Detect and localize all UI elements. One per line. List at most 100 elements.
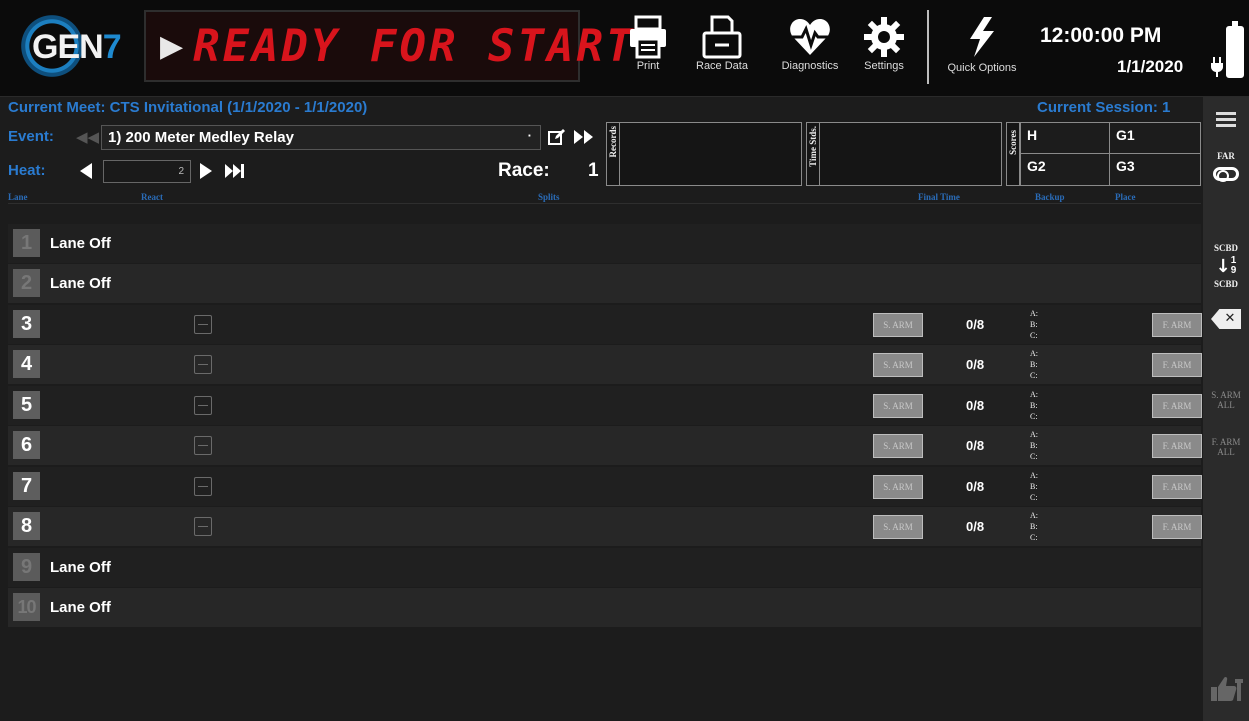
edit-event-icon[interactable] (548, 128, 566, 150)
clear-button[interactable]: ✕ (1203, 309, 1249, 329)
next-heat-icon[interactable] (198, 161, 214, 185)
lane-number: 2 (13, 269, 40, 297)
lane-number: 9 (13, 553, 40, 581)
start-arm-button[interactable]: S. ARM (873, 475, 923, 499)
backup-abc: A: B: C: (1030, 471, 1038, 502)
react-toggle-icon[interactable] (194, 436, 212, 455)
toggle-icon (1213, 167, 1239, 182)
next-event-icon[interactable] (573, 128, 595, 150)
finish-arm-button[interactable]: F. ARM (1152, 394, 1202, 418)
lane-row-9: 9 Lane Off (8, 548, 1201, 587)
menu-icon[interactable] (1203, 109, 1249, 130)
finish-arm-button[interactable]: F. ARM (1152, 353, 1202, 377)
react-toggle-icon[interactable] (194, 517, 212, 536)
heat-label: Heat: (8, 162, 46, 179)
column-header-final-time: Final Time (918, 192, 960, 202)
split-count: 0/8 (966, 519, 985, 534)
race-status-text: READY FOR START (193, 20, 636, 72)
score-h: H (1020, 122, 1110, 154)
far-toggle[interactable] (1203, 165, 1249, 183)
event-label: Event: (8, 128, 54, 145)
print-button[interactable] (616, 14, 680, 60)
backup-abc: A: B: C: (1030, 309, 1038, 340)
react-toggle-icon[interactable] (194, 315, 212, 334)
start-arm-all-button[interactable]: S. ARM ALL (1203, 390, 1249, 410)
current-meet: Current Meet: CTS Invitational (1/1/2020… (8, 99, 368, 116)
clock-date: 1/1/2020 (1117, 57, 1184, 76)
race-number: 1 (588, 160, 599, 181)
start-arm-button[interactable]: S. ARM (873, 394, 923, 418)
finish-arm-button[interactable]: F. ARM (1152, 313, 1202, 337)
lane-row-1: 1 Lane Off (8, 224, 1201, 263)
heart-pulse-icon (778, 14, 842, 60)
quick-options-label: Quick Options (947, 62, 1017, 74)
backup-abc: A: B: C: (1030, 511, 1038, 542)
finish-arm-button[interactable]: F. ARM (1152, 434, 1202, 458)
right-sidebar: FAR SCBD ↓ 19 SCBD ✕ S. ARM ALL F. ARM ALL (1203, 97, 1249, 721)
finish-arm-button[interactable]: F. ARM (1152, 515, 1202, 539)
split-count: 0/8 (966, 317, 985, 332)
backspace-x-icon: ✕ (1211, 309, 1241, 329)
column-header-place: Place (1115, 192, 1136, 202)
lane-status: Lane Off (50, 235, 111, 252)
react-toggle-icon[interactable] (194, 396, 212, 415)
lane-status: Lane Off (50, 599, 111, 616)
start-arm-button[interactable]: S. ARM (873, 313, 923, 337)
lane-row-2: 2 Lane Off (8, 264, 1201, 303)
settings-button[interactable] (852, 14, 916, 60)
column-header-splits: Splits (538, 192, 560, 202)
lane-number: 10 (13, 593, 40, 621)
backup-abc: A: B: C: (1030, 349, 1038, 380)
gen7-logo: GEN7 (12, 8, 138, 84)
quick-options-label-wrap: Quick Options (942, 62, 1022, 80)
lane-row-10: 10 Lane Off (8, 588, 1201, 627)
print-label: Print (636, 60, 660, 72)
prev-heat-icon[interactable] (78, 161, 94, 185)
heat-input[interactable]: 2 (103, 160, 191, 183)
thumbs-up-icon[interactable] (1203, 675, 1249, 708)
start-arm-button[interactable]: S. ARM (873, 515, 923, 539)
finish-arm-all-button[interactable]: F. ARM ALL (1203, 437, 1249, 457)
column-header-backup: Backup (1035, 192, 1065, 202)
lane-row-3: 3 S. ARM 0/8 A: B: C: F. ARM (8, 305, 1202, 344)
split-count: 0/8 (966, 357, 985, 372)
finish-arm-button[interactable]: F. ARM (1152, 475, 1202, 499)
race-data-button[interactable] (690, 14, 754, 60)
far-label: FAR (1217, 151, 1235, 161)
diagnostics-label-wrap: Diagnostics (778, 60, 842, 78)
top-bar: GEN7 ▶ READY FOR START Print Race Data D… (0, 0, 1249, 97)
score-g3: G3 (1109, 153, 1201, 186)
start-arm-button[interactable]: S. ARM (873, 353, 923, 377)
scores-label: Scores (1008, 130, 1018, 155)
column-header-react: React (141, 192, 163, 202)
lane-number: 7 (13, 472, 40, 500)
quick-options-button[interactable] (946, 14, 1016, 60)
lane-number: 6 (13, 431, 40, 459)
gear-icon (852, 14, 916, 60)
start-arm-button[interactable]: S. ARM (873, 434, 923, 458)
race-data-label-wrap: Race Data (690, 60, 754, 78)
last-heat-icon[interactable] (224, 161, 246, 185)
scbd-sort-icon: ↓ 19 (1215, 255, 1237, 277)
backup-abc: A: B: C: (1030, 430, 1038, 461)
lane-number: 5 (13, 391, 40, 419)
lane-row-7: 7 S. ARM 0/8 A: B: C: F. ARM (8, 467, 1202, 506)
print-label-wrap: Print (616, 60, 680, 78)
react-toggle-icon[interactable] (194, 477, 212, 496)
event-select[interactable]: 1) 200 Meter Medley Relay · (101, 125, 541, 150)
race-data-label: Race Data (696, 60, 748, 72)
play-arrow-icon: ▶ (160, 29, 184, 63)
clock-time: 12:00:00 PM (1040, 24, 1162, 47)
race-data-icon (690, 14, 754, 60)
lane-number: 1 (13, 229, 40, 257)
scbd-bottom-label: SCBD (1213, 279, 1238, 289)
lane-row-8: 8 S. ARM 0/8 A: B: C: F. ARM (8, 507, 1202, 546)
diagnostics-button[interactable] (778, 14, 842, 60)
react-toggle-icon[interactable] (194, 355, 212, 374)
score-g1: G1 (1109, 122, 1201, 154)
lane-status: Lane Off (50, 559, 111, 576)
settings-label: Settings (864, 60, 904, 72)
scbd-button[interactable]: SCBD ↓ 19 SCBD (1203, 243, 1249, 289)
split-count: 0/8 (966, 398, 985, 413)
first-event-icon[interactable]: ◀◀ (76, 128, 99, 148)
